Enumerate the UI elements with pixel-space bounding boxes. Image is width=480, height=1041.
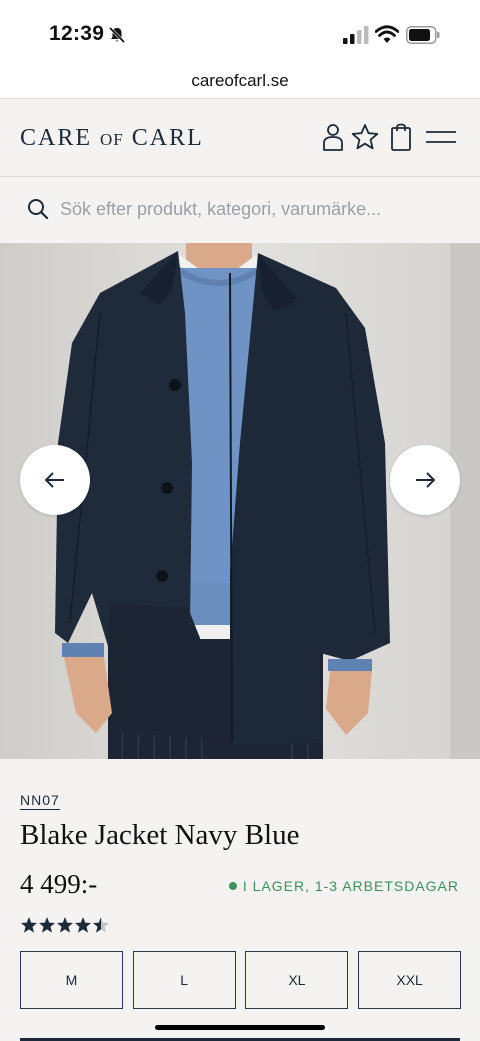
rating-star-icon <box>93 917 109 933</box>
status-time: 12:39 <box>49 22 105 45</box>
home-indicator <box>155 1025 325 1030</box>
product-title: Blake Jacket Navy Blue <box>20 819 300 851</box>
product-brand-link[interactable]: NN07 <box>20 792 60 810</box>
arrow-right-icon <box>416 472 436 488</box>
bag-icon[interactable] <box>386 122 416 152</box>
wifi-icon <box>375 25 399 43</box>
arrow-left-icon <box>44 472 64 488</box>
stock-status-text: I LAGER, 1-3 ARBETSDAGAR <box>242 878 459 894</box>
size-option-xxl[interactable]: XXL <box>358 951 462 1009</box>
logo-word-carl: CARL <box>131 125 204 151</box>
status-bar: 12:39 <box>0 0 480 66</box>
search-bar <box>0 178 480 242</box>
carousel-next-button[interactable] <box>390 445 460 515</box>
cellular-signal-icon <box>343 26 369 44</box>
size-option-m[interactable]: M <box>20 951 123 1009</box>
rating-stars[interactable] <box>20 915 112 935</box>
stock-dot-icon <box>228 882 237 890</box>
product-image-carousel[interactable] <box>0 243 480 759</box>
stock-status: I LAGER, 1-3 ARBETSDAGAR <box>228 878 459 894</box>
product-info: NN07 Blake Jacket Navy Blue 4 499:- I LA… <box>0 759 480 1041</box>
site-logo[interactable]: CARE OF CARL <box>20 125 204 152</box>
product-price: 4 499:- <box>20 869 98 899</box>
site-header: CARE OF CARL <box>0 100 480 177</box>
menu-icon[interactable] <box>424 122 458 152</box>
star-icon[interactable] <box>350 122 380 152</box>
search-icon[interactable] <box>27 198 49 220</box>
rating-star-icon <box>75 917 91 933</box>
bell-off-icon <box>108 26 126 44</box>
battery-icon <box>406 26 440 44</box>
rating-star-icon <box>57 917 73 933</box>
browser-url-bar[interactable]: careofcarl.se <box>0 66 480 99</box>
browser-url[interactable]: careofcarl.se <box>0 71 480 91</box>
logo-word-of: OF <box>100 130 124 149</box>
size-option-l[interactable]: L <box>132 951 236 1009</box>
rating-star-icon <box>39 917 55 933</box>
rating-star-icon <box>21 917 37 933</box>
search-input[interactable] <box>60 192 460 226</box>
user-icon[interactable] <box>318 122 348 152</box>
logo-word-care: CARE <box>20 125 93 151</box>
carousel-prev-button[interactable] <box>20 445 90 515</box>
size-option-xl[interactable]: XL <box>245 951 349 1009</box>
